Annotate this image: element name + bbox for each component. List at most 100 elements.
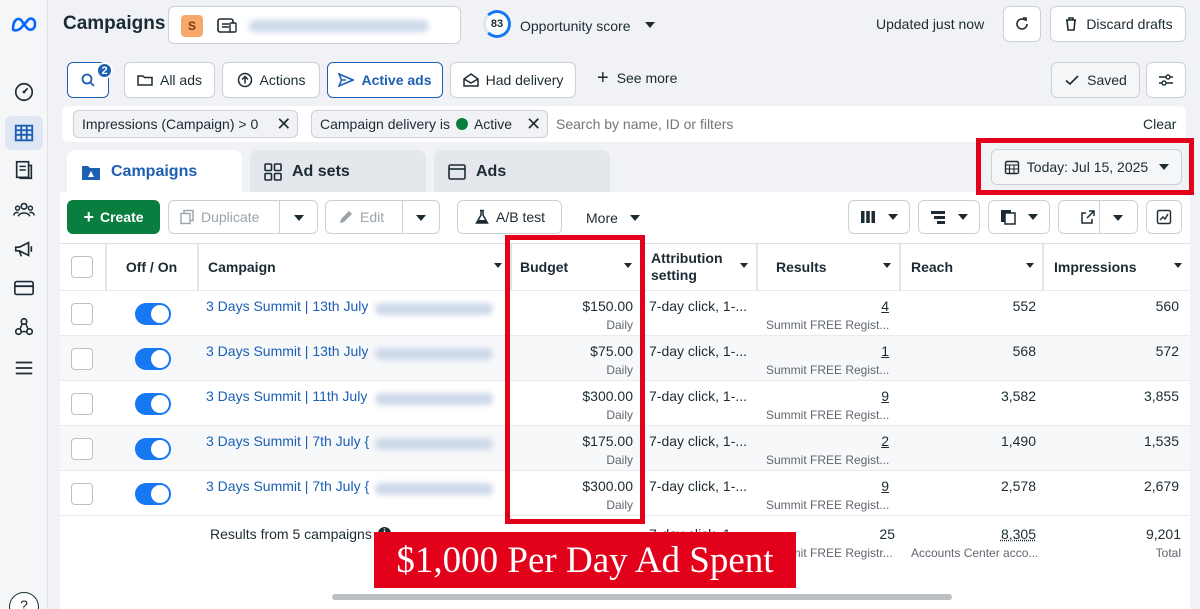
opportunity-score-badge[interactable]: 83 <box>483 10 511 38</box>
split-divider <box>1099 201 1100 233</box>
tab-ad-sets[interactable]: Ad sets <box>250 150 426 194</box>
more-button[interactable]: More <box>586 210 640 226</box>
trend-chart-icon <box>1156 209 1172 225</box>
chevron-down-icon[interactable] <box>294 215 304 221</box>
chevron-down-icon[interactable] <box>1174 263 1182 268</box>
tab-ads[interactable]: Ads <box>434 150 610 194</box>
meta-logo-icon[interactable] <box>10 12 38 36</box>
all-ads-label: All ads <box>159 72 203 88</box>
filter-chip-delivery-label: Campaign delivery is <box>320 116 450 132</box>
reports-icon <box>1001 210 1016 225</box>
horizontal-scrollbar[interactable] <box>332 594 952 600</box>
chevron-down-icon[interactable] <box>416 215 426 221</box>
create-button[interactable]: + Create <box>67 200 160 234</box>
chevron-down-icon[interactable] <box>645 22 655 28</box>
see-more-label: See more <box>616 70 678 86</box>
delivery-toggle[interactable] <box>135 303 171 325</box>
columns-button[interactable] <box>848 200 910 234</box>
delivery-toggle[interactable] <box>135 348 171 370</box>
view-settings-button[interactable] <box>1146 62 1186 98</box>
close-icon[interactable]: ✕ <box>276 115 291 133</box>
campaigns-table-icon[interactable] <box>12 121 36 145</box>
opportunity-score-label[interactable]: Opportunity score <box>520 18 631 34</box>
close-icon[interactable]: ✕ <box>526 115 541 133</box>
tab-ads-label: Ads <box>476 163 507 180</box>
filter-chip-delivery[interactable]: Campaign delivery is Active ✕ <box>311 110 549 138</box>
column-attribution-label: Attribution setting <box>651 250 723 283</box>
help-icon[interactable]: ? <box>9 592 39 609</box>
reports-button[interactable] <box>988 200 1050 234</box>
megaphone-icon[interactable] <box>12 237 36 261</box>
tab-campaigns[interactable]: Campaigns <box>67 150 242 194</box>
active-status-dot-icon <box>455 118 468 130</box>
menu-hamburger-icon[interactable] <box>12 356 36 380</box>
business-suite-icon[interactable] <box>12 315 36 339</box>
column-results-label: Results <box>776 259 827 275</box>
see-more-button[interactable]: + See more <box>597 68 678 88</box>
more-label: More <box>586 210 618 226</box>
chevron-down-icon[interactable] <box>1113 215 1123 221</box>
column-results[interactable]: Results <box>757 244 900 290</box>
chevron-down-icon[interactable] <box>494 263 502 268</box>
ab-test-label: A/B test <box>495 209 546 225</box>
account-name-redacted <box>249 20 429 32</box>
column-reach-label: Reach <box>911 259 954 275</box>
discard-drafts-label: Discard drafts <box>1086 16 1173 32</box>
chevron-down-icon <box>888 214 898 220</box>
account-avatar: S <box>181 15 203 37</box>
delivery-toggle[interactable] <box>135 483 171 505</box>
all-ads-button[interactable]: All ads <box>124 62 215 98</box>
had-delivery-button[interactable]: Had delivery <box>450 62 576 98</box>
chevron-down-icon[interactable] <box>883 263 891 268</box>
search-input[interactable] <box>556 112 956 136</box>
chevron-down-icon[interactable] <box>1026 263 1034 268</box>
duplicate-label: Duplicate <box>201 209 260 225</box>
clear-filters-link[interactable]: Clear <box>1143 116 1176 132</box>
delivery-toggle[interactable] <box>135 393 171 415</box>
campaign-name-redacted <box>375 393 493 405</box>
filter-chip-impressions[interactable]: Impressions (Campaign) > 0 ✕ <box>73 110 299 138</box>
column-attribution[interactable]: Attribution setting <box>641 244 757 290</box>
row-checkbox[interactable] <box>71 483 93 505</box>
billing-card-icon[interactable] <box>12 276 36 300</box>
folder-icon <box>82 166 100 180</box>
row-checkbox[interactable] <box>71 348 93 370</box>
edit-button[interactable]: Edit <box>325 200 440 234</box>
refresh-button[interactable] <box>1003 6 1041 42</box>
totals-label: Results from 5 campaigns <box>210 526 372 542</box>
export-button[interactable] <box>1058 200 1138 234</box>
dashboard-gauge-icon[interactable] <box>12 80 36 104</box>
duplicate-icon <box>180 209 194 225</box>
plus-icon: + <box>83 207 94 227</box>
chevron-down-icon <box>629 215 640 221</box>
column-impressions[interactable]: Impressions <box>1043 244 1190 290</box>
account-selector[interactable]: S <box>168 6 461 44</box>
row-checkbox[interactable] <box>71 393 93 415</box>
mail-open-icon <box>462 73 479 87</box>
pages-icon[interactable] <box>12 158 36 182</box>
duplicate-button[interactable]: Duplicate <box>168 200 318 234</box>
row-checkbox[interactable] <box>71 438 93 460</box>
totals-impressions: 9,201 <box>1145 526 1181 542</box>
actions-button[interactable]: Actions <box>222 62 320 98</box>
saved-button[interactable]: Saved <box>1051 62 1140 98</box>
active-ads-button[interactable]: Active ads <box>327 62 443 98</box>
delivery-toggle[interactable] <box>135 438 171 460</box>
breakdown-button[interactable] <box>918 200 980 234</box>
column-campaign[interactable]: Campaign <box>198 244 511 290</box>
charts-button[interactable] <box>1146 200 1182 234</box>
row-checkbox[interactable] <box>71 303 93 325</box>
campaign-name-redacted <box>375 348 493 360</box>
campaign-name-redacted <box>375 483 493 495</box>
edit-label: Edit <box>360 209 385 225</box>
discard-drafts-button[interactable]: Discard drafts <box>1050 6 1186 42</box>
pencil-icon <box>340 211 352 223</box>
column-off-on[interactable]: Off / On <box>106 244 198 290</box>
select-all-checkbox[interactable] <box>71 256 93 278</box>
chevron-down-icon[interactable] <box>740 263 748 268</box>
audiences-icon[interactable] <box>12 198 36 222</box>
column-reach[interactable]: Reach <box>900 244 1043 290</box>
split-divider <box>279 201 280 233</box>
ab-test-button[interactable]: A/B test <box>457 200 562 234</box>
totals-reach-sub: Accounts Center acco... <box>911 546 1039 560</box>
